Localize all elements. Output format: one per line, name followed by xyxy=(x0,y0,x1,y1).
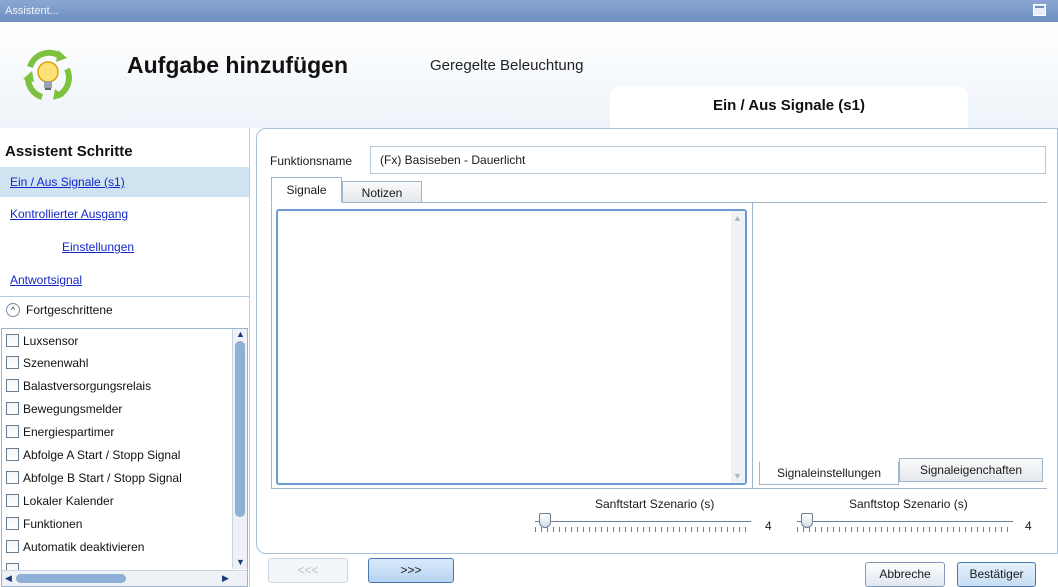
soft-stop-slider[interactable] xyxy=(797,513,1013,539)
list-item-label: Abfolge B Start / Stopp Signal xyxy=(23,471,182,485)
tab-signal-settings[interactable]: Signaleinstellungen xyxy=(759,461,899,485)
soft-stop-value: 4 xyxy=(1025,519,1032,533)
page-subtitle: Geregelte Beleuchtung xyxy=(430,57,584,74)
horizontal-scrollbar[interactable]: ◀ ▶ xyxy=(2,570,247,586)
list-item[interactable]: Funktionen xyxy=(6,513,82,535)
list-item-label: Energiespartimer xyxy=(23,425,115,439)
checkbox[interactable] xyxy=(6,471,19,484)
checkbox[interactable] xyxy=(6,494,19,507)
soft-start-value: 4 xyxy=(765,519,772,533)
step-link-controlled-output[interactable]: Kontrollierter Ausgang xyxy=(0,199,249,229)
checkbox[interactable] xyxy=(6,356,19,369)
signal-detail-pane xyxy=(752,203,1047,488)
list-item[interactable]: Balastversorgungsrelais xyxy=(6,375,151,397)
function-name-field[interactable]: (Fx) Basiseben - Dauerlicht xyxy=(370,146,1046,174)
wizard-steps-panel: Assistent Schritte Ein / Aus Signale (s1… xyxy=(0,128,250,587)
checkbox[interactable] xyxy=(6,402,19,415)
wizard-steps-title: Assistent Schritte xyxy=(5,143,133,160)
checkbox[interactable] xyxy=(6,379,19,392)
signals-tab-content: ▲ ▼ Signaleinstellungen Signaleigenchaft… xyxy=(271,202,1047,489)
soft-stop-label: Sanftstop Szenario (s) xyxy=(849,497,968,511)
list-item[interactable]: Lokaler Kalender xyxy=(6,490,114,512)
list-item-label: Bewegungsmelder xyxy=(23,402,123,416)
checkbox[interactable] xyxy=(6,425,19,438)
list-item-label: Automatik deaktivieren xyxy=(23,540,145,554)
advanced-options-list: Luxsensor Szenenwahl Balastversorgungsre… xyxy=(1,328,248,587)
scroll-right-icon[interactable]: ▶ xyxy=(222,573,229,584)
list-item[interactable]: Energiespartimer xyxy=(6,421,114,443)
checkbox[interactable] xyxy=(6,540,19,553)
list-item[interactable]: Abfolge B Start / Stopp Signal xyxy=(6,467,182,489)
checkbox[interactable] xyxy=(6,448,19,461)
checkbox[interactable] xyxy=(6,334,19,347)
wizard-header: Aufgabe hinzufügen Geregelte Beleuchtung… xyxy=(0,22,1058,128)
previous-button[interactable]: <<< xyxy=(268,558,348,583)
list-item[interactable]: Bewegungsmelder xyxy=(6,398,122,420)
advanced-section-label: Fortgeschrittene xyxy=(26,303,113,317)
list-item[interactable]: Luxsensor xyxy=(6,330,78,352)
scroll-down-icon[interactable]: ▼ xyxy=(733,471,742,481)
step-link-on-off-signals[interactable]: Ein / Aus Signale (s1) xyxy=(0,167,249,197)
confirm-button[interactable]: Bestätiger xyxy=(957,562,1036,587)
window-title: Assistent... xyxy=(5,5,59,17)
soft-start-label: Sanftstart Szenario (s) xyxy=(595,497,715,511)
list-item[interactable]: Automatik deaktivieren xyxy=(6,536,144,558)
scroll-thumb[interactable] xyxy=(16,574,126,583)
tab-signal-properties[interactable]: Signaleigenchaften xyxy=(899,458,1043,482)
list-item-label: Lokaler Kalender xyxy=(23,494,114,508)
maximize-icon[interactable] xyxy=(1033,4,1046,16)
scroll-up-icon[interactable]: ▲ xyxy=(236,329,245,339)
chevron-up-icon[interactable]: ^ xyxy=(6,303,20,317)
vertical-scrollbar[interactable]: ▲ ▼ xyxy=(731,211,745,483)
scroll-down-icon[interactable]: ▼ xyxy=(236,557,245,567)
window-titlebar: Assistent... xyxy=(0,0,1058,22)
slider-thumb[interactable] xyxy=(801,513,813,528)
function-name-label: Funktionsname xyxy=(270,154,353,168)
lightbulb-recycle-icon xyxy=(23,49,72,100)
list-item-label: Abfolge A Start / Stopp Signal xyxy=(23,448,181,462)
advanced-section-header[interactable]: ^ Fortgeschrittene xyxy=(0,296,249,322)
slider-thumb[interactable] xyxy=(539,513,551,528)
list-item-label: Luxsensor xyxy=(23,334,79,348)
checkbox[interactable] xyxy=(6,517,19,530)
list-item-label: Szenenwahl xyxy=(23,356,89,370)
scroll-up-icon[interactable]: ▲ xyxy=(733,213,742,223)
wizard-main-panel: Funktionsname (Fx) Basiseben - Dauerlich… xyxy=(256,128,1058,554)
next-button[interactable]: >>> xyxy=(368,558,454,583)
tab-notes[interactable]: Notizen xyxy=(342,181,422,203)
list-item[interactable]: Abfolge A Start / Stopp Signal xyxy=(6,444,180,466)
vertical-scrollbar[interactable]: ▲ ▼ xyxy=(232,329,247,569)
soft-start-slider[interactable] xyxy=(535,513,751,539)
scroll-thumb[interactable] xyxy=(235,341,245,517)
cancel-button[interactable]: Abbreche xyxy=(865,562,945,587)
list-item-label: Balastversorgungsrelais xyxy=(23,379,152,393)
signals-list[interactable]: ▲ ▼ xyxy=(276,209,747,485)
scroll-left-icon[interactable]: ◀ xyxy=(5,573,12,584)
step-link-settings[interactable]: Einstellungen xyxy=(0,232,249,262)
step-link-response-signal[interactable]: Antwortsignal xyxy=(0,265,249,295)
current-step-tab: Ein / Aus Signale (s1) xyxy=(610,86,968,128)
list-item[interactable]: Szenenwahl xyxy=(6,352,88,374)
page-title: Aufgabe hinzufügen xyxy=(127,52,349,78)
list-item-label: Funktionen xyxy=(23,517,83,531)
tab-signals[interactable]: Signale xyxy=(271,177,342,203)
